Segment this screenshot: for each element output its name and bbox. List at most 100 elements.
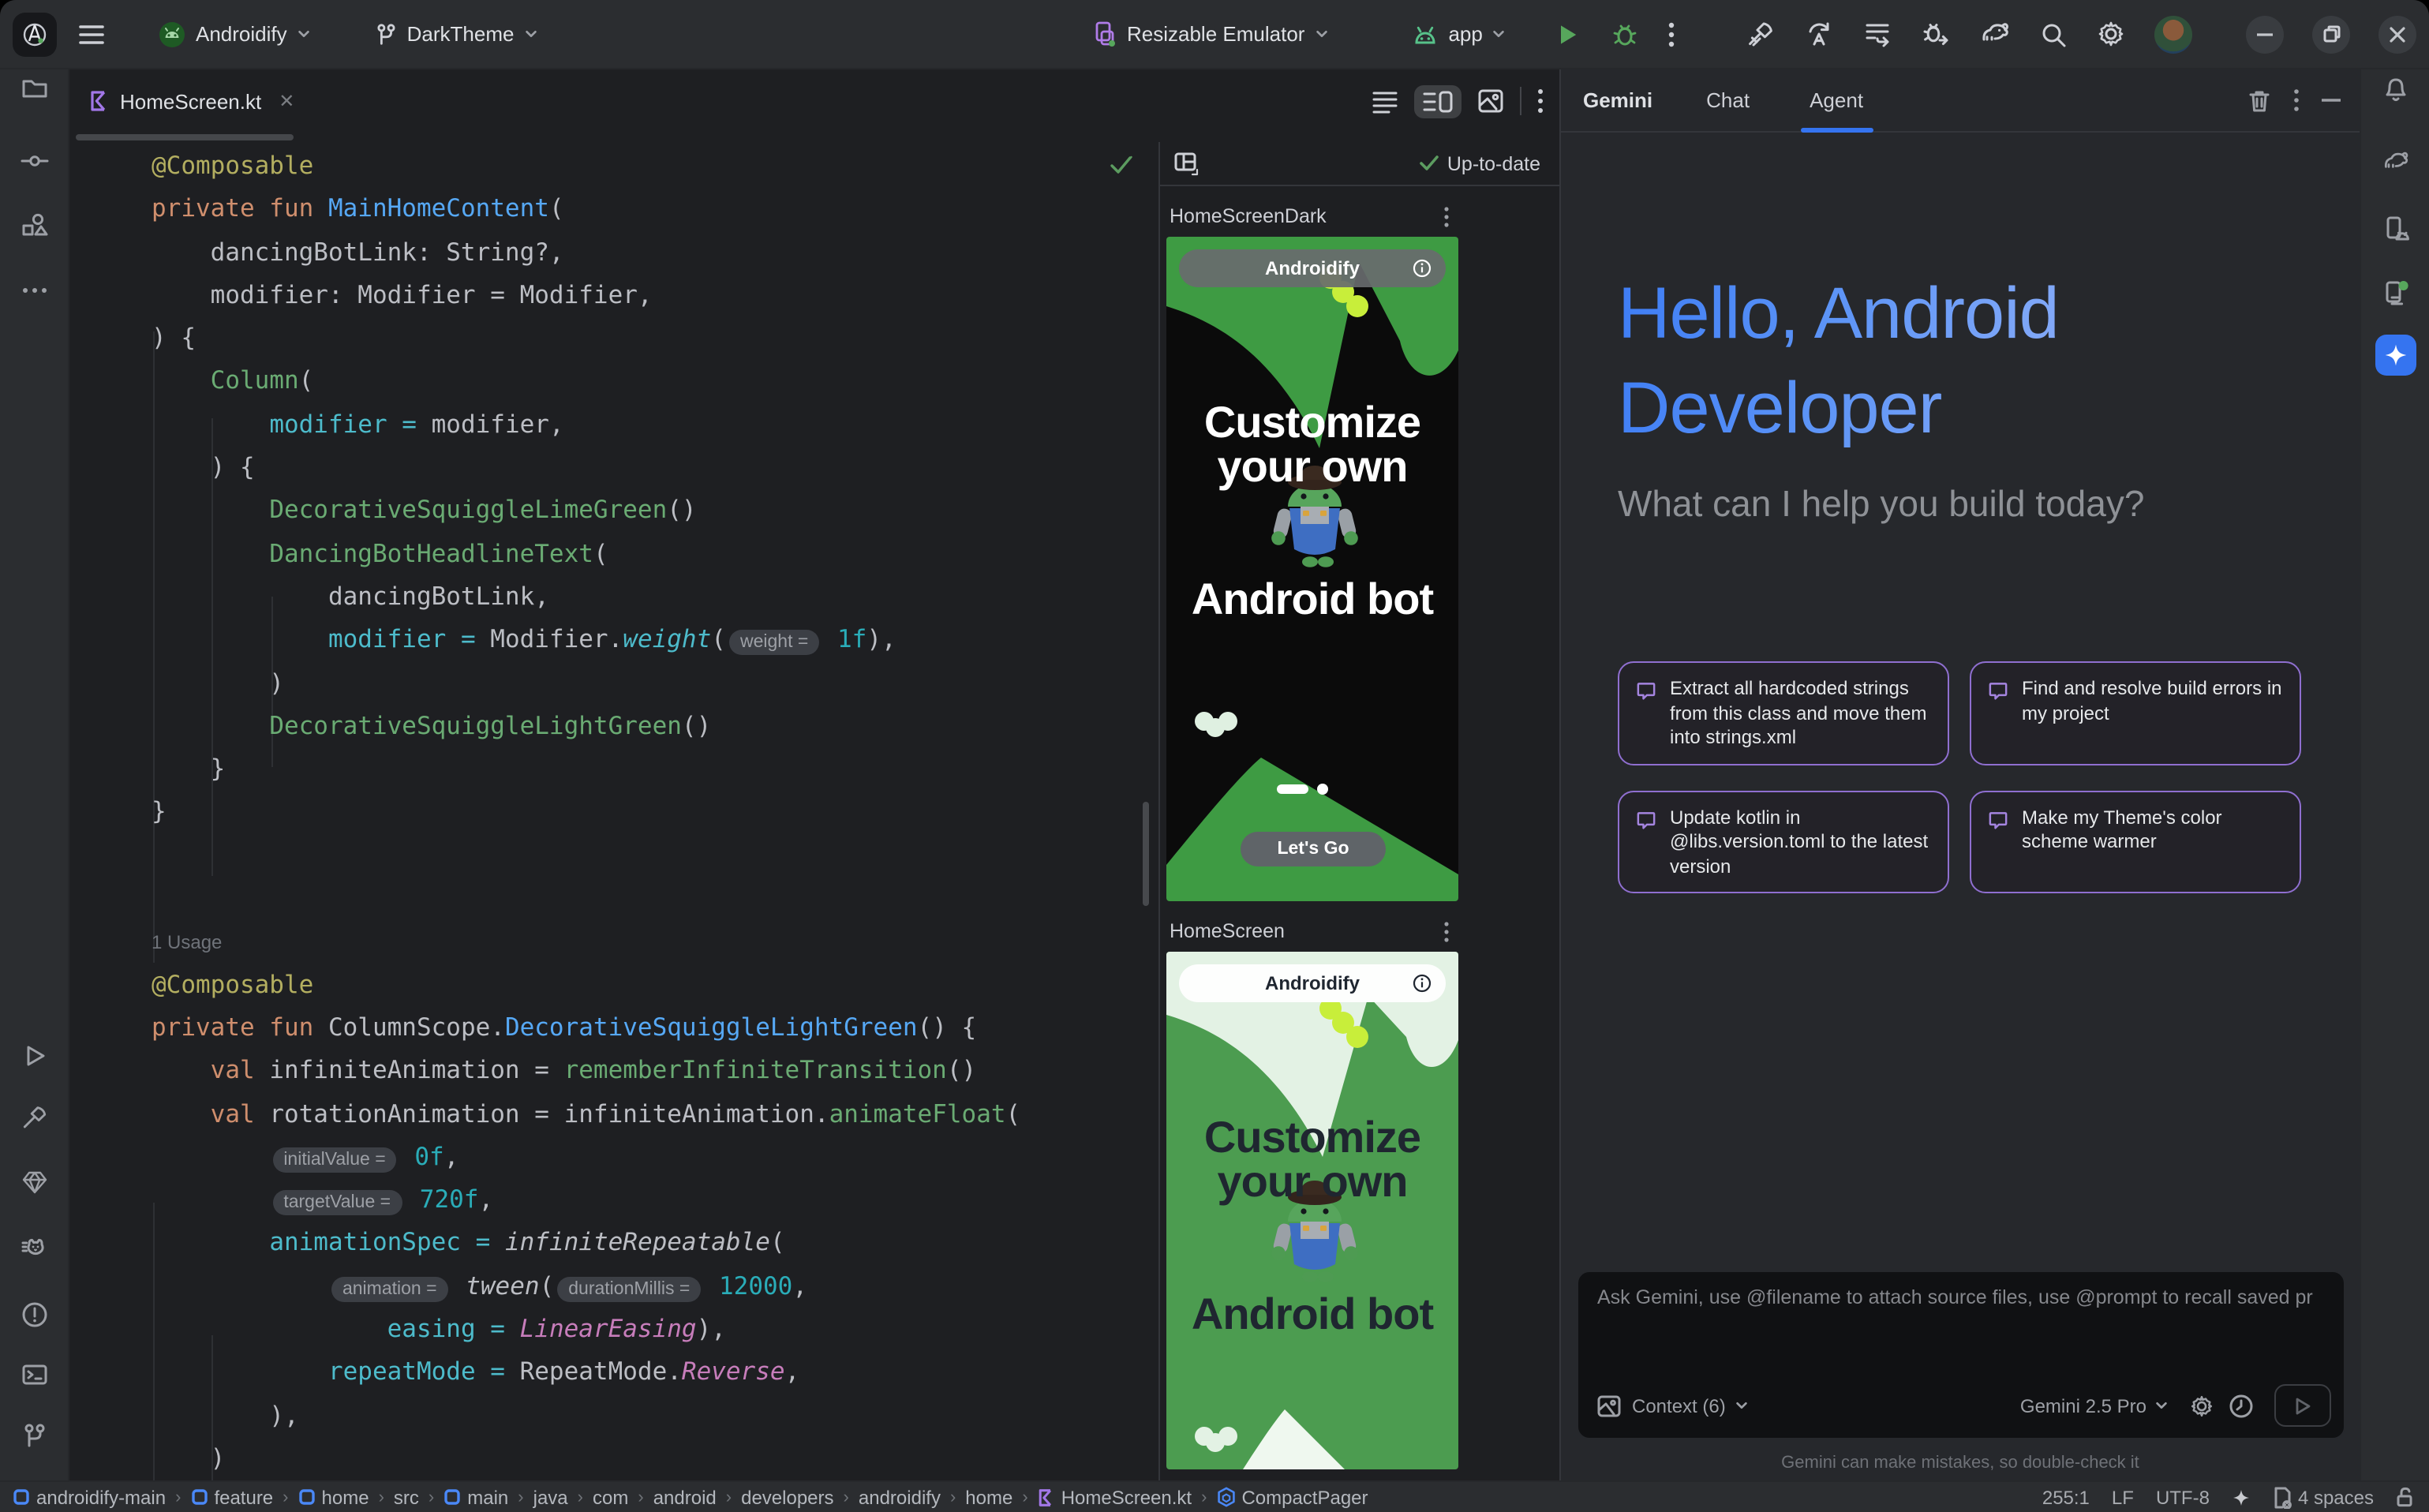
preview-layout-button[interactable] (1173, 150, 1200, 177)
gradle-tool-button[interactable] (2382, 148, 2410, 177)
indent-config[interactable]: 4 spaces (2273, 1486, 2374, 1508)
run-button[interactable] (1554, 20, 1582, 48)
more-tool-windows-button[interactable] (21, 276, 49, 305)
preview-render-light[interactable]: Customize your own Android bot Androidif… (1166, 952, 1458, 1469)
build-button[interactable] (1746, 19, 1776, 49)
profiler-tool-button[interactable] (21, 1234, 49, 1263)
model-dropdown[interactable]: Gemini 2.5 Pro (2020, 1394, 2169, 1417)
gemini-input-placeholder: Ask Gemini, use @filename to attach sour… (1597, 1286, 2337, 1308)
minimize-button[interactable] (2246, 15, 2284, 53)
more-actions-button[interactable] (1669, 21, 1675, 47)
device-manager-button[interactable] (2382, 215, 2410, 243)
preview-render-dark[interactable]: Customize your own Android bot Androidif… (1166, 237, 1458, 901)
preview-options-icon[interactable] (1444, 206, 1449, 226)
run-tool-button[interactable] (21, 1042, 49, 1070)
gradle-sync-button[interactable] (1979, 19, 2011, 49)
tab-homescreen-kt[interactable]: HomeScreen.kt ✕ (88, 89, 294, 113)
breadcrumb-item[interactable]: CompactPager (1216, 1486, 1368, 1508)
project-name: Androidify (196, 22, 287, 46)
version-control-tool-button[interactable] (21, 1422, 49, 1450)
device-selector[interactable]: Resizable Emulator (1080, 14, 1341, 54)
search-everywhere-button[interactable] (2039, 20, 2068, 48)
project-selector[interactable]: Androidify (145, 13, 324, 54)
gemini-spark-icon[interactable] (2232, 1488, 2251, 1506)
breadcrumb-item[interactable]: feature (190, 1486, 273, 1508)
delete-conversation-button[interactable] (2247, 88, 2271, 113)
suggestion-text: Extract all hardcoded strings from this … (1670, 677, 1932, 750)
breadcrumb-item[interactable]: androidify (859, 1486, 941, 1508)
notifications-button[interactable] (2382, 76, 2410, 104)
preview-options-icon[interactable] (1444, 921, 1449, 941)
context-dropdown[interactable]: Context (6) (1632, 1394, 1750, 1417)
problems-tool-button[interactable] (21, 1301, 49, 1329)
gemini-disclaimer: Gemini can make mistakes, so double-chec… (1561, 1454, 2360, 1473)
breadcrumb-item[interactable]: com (593, 1486, 628, 1508)
tab-close-icon[interactable]: ✕ (279, 90, 294, 112)
write-access-lock-icon[interactable] (2396, 1487, 2413, 1507)
breadcrumb-item[interactable]: androidify-main (13, 1486, 166, 1508)
suggestion-card[interactable]: Update kotlin in @libs.version.toml to t… (1618, 790, 1949, 893)
breadcrumb-item[interactable]: src (394, 1486, 419, 1508)
apply-changes-button[interactable] (1804, 19, 1834, 49)
editor-vscrollbar[interactable] (1143, 802, 1149, 906)
code-editor[interactable]: @Composableprivate fun MainHomeContent( … (69, 142, 1158, 1480)
preview-headline: your own (1166, 1157, 1458, 1207)
close-button[interactable] (2378, 15, 2416, 53)
code-view-button[interactable] (1372, 89, 1398, 113)
breadcrumb-item[interactable]: HomeScreen.kt (1038, 1486, 1192, 1508)
settings-button[interactable] (2096, 19, 2126, 49)
attach-image-icon[interactable] (1597, 1394, 1621, 1417)
editor-options-button[interactable] (1537, 88, 1544, 114)
send-button[interactable] (2274, 1384, 2331, 1427)
gemini-input-box[interactable]: Ask Gemini, use @filename to attach sour… (1577, 1271, 2345, 1439)
gemini-greeting: Hello, Android Developer (1618, 265, 2059, 455)
editor-hscrollbar[interactable] (69, 133, 1559, 142)
hide-panel-button[interactable] (2322, 98, 2341, 103)
attach-debugger-button[interactable] (1921, 19, 1951, 49)
breadcrumb-separator: › (175, 1488, 181, 1506)
resource-manager-button[interactable] (21, 211, 49, 240)
run-config-selector[interactable]: app (1398, 16, 1518, 52)
branch-selector[interactable]: DarkTheme (361, 15, 551, 53)
preview-label-homescreen[interactable]: HomeScreen (1160, 911, 1559, 952)
app-quality-insights-button[interactable] (21, 1168, 49, 1196)
breadcrumb-item[interactable]: main (444, 1486, 508, 1508)
suggestion-card[interactable]: Extract all hardcoded strings from this … (1618, 661, 1949, 765)
file-encoding[interactable]: UTF-8 (2156, 1486, 2210, 1508)
gemini-tool-button[interactable] (2375, 335, 2416, 376)
line-ending[interactable]: LF (2112, 1486, 2134, 1508)
kotlin-file-icon (88, 90, 109, 112)
preview-headline: Customize (1166, 398, 1458, 448)
build-tool-button[interactable] (21, 1103, 49, 1132)
breadcrumb-separator: › (518, 1488, 523, 1506)
tab-agent[interactable]: Agent (1800, 69, 1873, 132)
commit-tool-button[interactable] (21, 147, 49, 175)
gemini-settings-button[interactable] (2189, 1393, 2214, 1418)
breadcrumb-item[interactable]: home (298, 1486, 369, 1508)
preview-label-homescreendark[interactable]: HomeScreenDark (1160, 196, 1559, 237)
debug-button[interactable] (1611, 19, 1641, 49)
chevron-down-icon (297, 27, 311, 41)
preview-view-button[interactable] (1477, 88, 1504, 114)
gemini-options-button[interactable] (2293, 88, 2300, 112)
split-view-button[interactable] (1414, 84, 1462, 118)
breadcrumb-item[interactable]: home (965, 1486, 1012, 1508)
caret-position[interactable]: 255:1 (2042, 1486, 2090, 1508)
breadcrumb-item[interactable]: java (533, 1486, 568, 1508)
breadcrumb-item[interactable]: android (653, 1486, 717, 1508)
terminal-tool-button[interactable] (21, 1360, 49, 1389)
lets-go-button[interactable]: Let's Go (1241, 832, 1386, 866)
tab-chat[interactable]: Chat (1697, 69, 1759, 132)
check-icon (1419, 155, 1439, 172)
main-menu-button[interactable] (79, 23, 104, 45)
running-devices-button[interactable] (2382, 278, 2410, 306)
suggestion-card[interactable]: Find and resolve build errors in my proj… (1970, 661, 2301, 765)
user-avatar[interactable] (2154, 15, 2192, 53)
maximize-button[interactable] (2312, 15, 2350, 53)
project-tool-button[interactable] (21, 74, 49, 103)
history-button[interactable] (2229, 1393, 2254, 1418)
breadcrumb-item[interactable]: developers (741, 1486, 833, 1508)
inspection-ok-icon[interactable] (1110, 155, 1133, 175)
apply-code-changes-button[interactable] (1862, 19, 1892, 49)
suggestion-card[interactable]: Make my Theme's color scheme warmer (1970, 790, 2301, 893)
